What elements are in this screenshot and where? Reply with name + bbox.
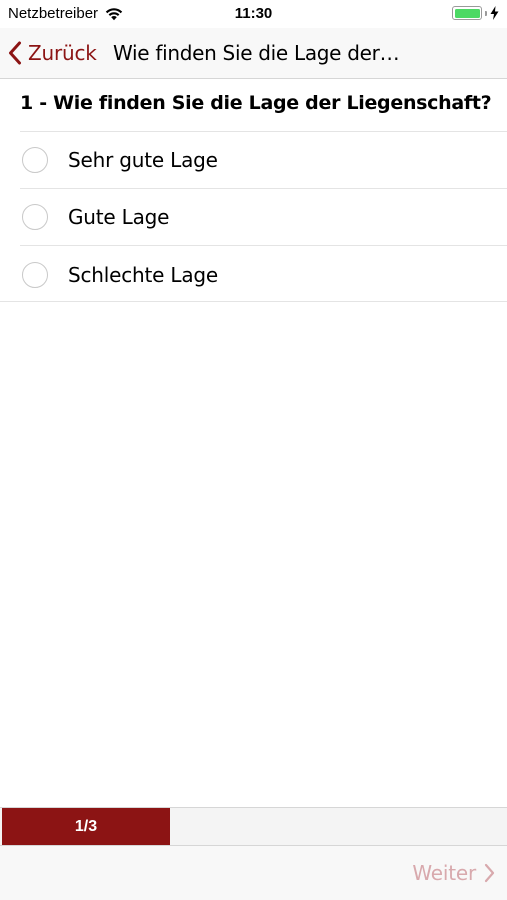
divider: [0, 301, 507, 302]
progress-bar: 1/3: [0, 807, 507, 846]
navigation-bar: Zurück Wie finden Sie die Lage der L...: [0, 28, 507, 79]
radio-button[interactable]: [22, 147, 48, 173]
status-time: 11:30: [234, 5, 273, 22]
back-label: Zurück: [28, 41, 97, 65]
next-button[interactable]: Weiter: [412, 846, 495, 900]
radio-button[interactable]: [22, 204, 48, 230]
option-gute-lage[interactable]: Gute Lage: [20, 189, 507, 246]
back-button[interactable]: Zurück: [8, 28, 97, 78]
question-title: 1 - Wie finden Sie die Lage der Liegensc…: [20, 92, 492, 114]
bottom-toolbar: Weiter: [0, 846, 507, 900]
battery-tip: [485, 10, 487, 16]
option-label: Gute Lage: [68, 205, 170, 229]
option-label: Sehr gute Lage: [68, 148, 218, 172]
option-schlechte-lage[interactable]: Schlechte Lage: [20, 246, 507, 303]
option-label: Schlechte Lage: [68, 262, 219, 287]
answer-options: Sehr gute Lage Gute Lage Schlechte Lage: [20, 131, 507, 303]
progress-text: 1/3: [74, 818, 98, 835]
chevron-right-icon: [484, 863, 495, 883]
next-label: Weiter: [412, 861, 476, 885]
bolt-icon: [490, 6, 499, 20]
radio-button[interactable]: [22, 261, 48, 288]
page-title: Wie finden Sie die Lage der L...: [113, 41, 403, 65]
status-bar: Netzbetreiber 11:30: [0, 0, 507, 28]
battery-level: [454, 8, 480, 18]
option-sehr-gute-lage[interactable]: Sehr gute Lage: [20, 132, 507, 189]
battery-icon: [452, 6, 482, 20]
chevron-left-icon: [9, 41, 21, 65]
battery-indicator: [452, 6, 499, 20]
